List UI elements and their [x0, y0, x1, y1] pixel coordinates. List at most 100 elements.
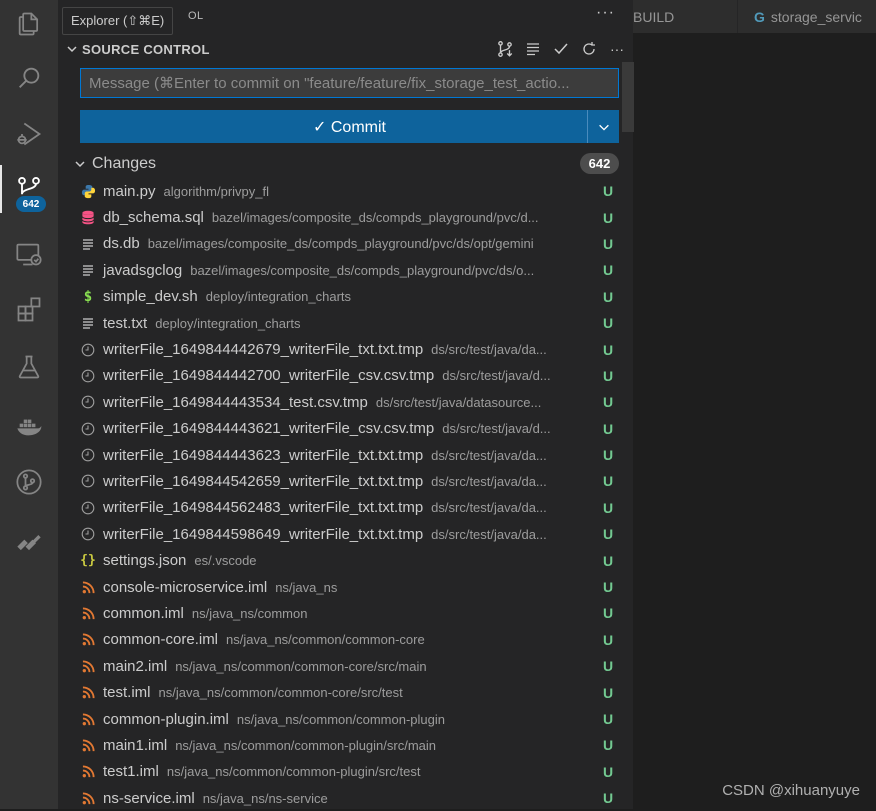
- sidebar-title-fragment: OL: [188, 10, 204, 22]
- rss-icon: [80, 711, 96, 727]
- file-name: writerFile_1649844442700_writerFile_csv.…: [103, 367, 435, 385]
- commit-check-icon[interactable]: [551, 39, 571, 59]
- file-name: common-plugin.iml: [103, 710, 229, 728]
- file-row[interactable]: $ simple_dev.sh deploy/integration_charts U: [58, 284, 633, 310]
- file-row[interactable]: writerFile_1649844542659_writerFile_txt.…: [58, 468, 633, 494]
- file-row[interactable]: writerFile_1649844442700_writerFile_csv.…: [58, 363, 633, 389]
- kubernetes-tools-icon[interactable]: [0, 518, 58, 566]
- file-row[interactable]: test1.iml ns/java_ns/common/common-plugin…: [58, 759, 633, 785]
- file-path: algorithm/privpy_fl: [163, 183, 270, 199]
- file-status-untracked: U: [603, 394, 614, 411]
- file-status-untracked: U: [603, 631, 614, 648]
- rss-icon: [80, 764, 96, 780]
- file-path: deploy/integration_charts: [155, 315, 301, 331]
- file-row[interactable]: test.txt deploy/integration_charts U: [58, 310, 633, 336]
- chevron-down-icon[interactable]: [64, 41, 80, 57]
- file-row[interactable]: test.iml ns/java_ns/common/common-core/sr…: [58, 679, 633, 705]
- file-status-untracked: U: [603, 579, 614, 596]
- file-row[interactable]: writerFile_1649844562483_writerFile_txt.…: [58, 495, 633, 521]
- views-more-actions-icon[interactable]: ···: [596, 4, 615, 22]
- file-path: ns/java_ns/common/common-plugin: [236, 711, 445, 727]
- file-row[interactable]: ds.db bazel/images/composite_ds/compds_pl…: [58, 231, 633, 257]
- list-view-icon[interactable]: [523, 39, 543, 59]
- extensions-icon[interactable]: [0, 286, 58, 334]
- explorer-icon[interactable]: [0, 0, 58, 48]
- file-path: ns/java_ns/common: [191, 605, 308, 621]
- rss-icon: [80, 685, 96, 701]
- view-as-tree-icon[interactable]: [495, 39, 515, 59]
- rss-icon: [80, 790, 96, 806]
- file-name: settings.json: [103, 552, 187, 570]
- file-name: db_schema.sql: [103, 209, 204, 227]
- remote-explorer-icon[interactable]: [0, 230, 58, 278]
- file-path: deploy/integration_charts: [205, 289, 352, 305]
- run-debug-icon[interactable]: [0, 110, 58, 158]
- file-row[interactable]: console-microservice.iml ns/java_ns U: [58, 574, 633, 600]
- file-status-untracked: U: [603, 209, 614, 226]
- source-control-badge: 642: [16, 196, 46, 212]
- file-path: ns/java_ns/ns-service: [202, 790, 328, 806]
- file-path: ds/src/test/java/datasource...: [375, 394, 542, 410]
- go-file-icon: G: [754, 8, 765, 25]
- file-path: ds/src/test/java/da...: [431, 447, 547, 463]
- sidebar-scrollbar[interactable]: [622, 62, 634, 132]
- chevron-down-icon: [598, 124, 609, 131]
- file-name: console-microservice.iml: [103, 578, 268, 596]
- testing-icon[interactable]: [0, 343, 58, 391]
- file-row[interactable]: writerFile_1649844598649_writerFile_txt.…: [58, 521, 633, 547]
- file-path: ds/src/test/java/da...: [431, 526, 547, 542]
- file-row[interactable]: writerFile_1649844443623_writerFile_txt.…: [58, 442, 633, 468]
- chevron-down-icon[interactable]: [72, 156, 88, 172]
- file-row[interactable]: {} settings.json es/.vscode U: [58, 547, 633, 573]
- file-path: ds/src/test/java/d...: [442, 421, 551, 437]
- tab-build-label: BUILD: [633, 8, 675, 25]
- changes-group-header[interactable]: Changes: [58, 152, 633, 176]
- commit-message-input[interactable]: [80, 68, 619, 98]
- changes-count-badge: 642: [580, 153, 619, 174]
- file-row[interactable]: javadsgclog bazel/images/composite_ds/com…: [58, 257, 633, 283]
- file-row[interactable]: common-core.iml ns/java_ns/common/common-…: [58, 627, 633, 653]
- search-icon[interactable]: [0, 54, 58, 102]
- clock-icon: [80, 500, 96, 516]
- file-status-untracked: U: [603, 367, 614, 384]
- database-icon: [80, 210, 96, 226]
- file-name: main.py: [103, 182, 156, 200]
- file-name: writerFile_1649844598649_writerFile_txt.…: [103, 525, 424, 543]
- editor-tabs: BUILD G storage_servic: [633, 0, 876, 33]
- file-row[interactable]: writerFile_1649844443534_test.csv.tmp ds/…: [58, 389, 633, 415]
- file-name: writerFile_1649844562483_writerFile_txt.…: [103, 499, 424, 517]
- file-row[interactable]: common.iml ns/java_ns/common U: [58, 600, 633, 626]
- tab-build[interactable]: BUILD: [633, 0, 737, 33]
- editor-area: [633, 0, 876, 809]
- file-row[interactable]: writerFile_1649844442679_writerFile_txt.…: [58, 336, 633, 362]
- tab-storage-service[interactable]: G storage_servic: [738, 0, 876, 33]
- file-row[interactable]: ns-service.iml ns/java_ns/ns-service U: [58, 785, 633, 811]
- changes-file-list: main.py algorithm/privpy_fl Udb_schema.sql…: [58, 178, 633, 811]
- gitlens-icon[interactable]: [0, 458, 58, 506]
- file-name: writerFile_1649844443621_writerFile_csv.…: [103, 420, 435, 438]
- file-status-untracked: U: [603, 763, 614, 780]
- file-path: bazel/images/composite_ds/compds_playgro…: [190, 262, 535, 278]
- file-row[interactable]: main1.iml ns/java_ns/common/common-plugin…: [58, 732, 633, 758]
- file-row[interactable]: main2.iml ns/java_ns/common/common-core/s…: [58, 653, 633, 679]
- clock-icon: [80, 421, 96, 437]
- file-status-untracked: U: [603, 447, 614, 464]
- clock-icon: [80, 526, 96, 542]
- commit-button[interactable]: ✓ Commit: [80, 110, 619, 143]
- commit-button-label: ✓ Commit: [313, 118, 386, 136]
- source-control-section-header[interactable]: SOURCE CONTROL ···: [58, 38, 633, 60]
- rss-icon: [80, 579, 96, 595]
- file-row[interactable]: db_schema.sql bazel/images/composite_ds/c…: [58, 204, 633, 230]
- file-path: ns/java_ns/common/common-core/src/main: [175, 658, 427, 674]
- file-row[interactable]: main.py algorithm/privpy_fl U: [58, 178, 633, 204]
- file-row[interactable]: writerFile_1649844443621_writerFile_csv.…: [58, 416, 633, 442]
- commit-dropdown-button[interactable]: [587, 110, 619, 143]
- refresh-icon[interactable]: [579, 39, 599, 59]
- docker-icon[interactable]: [0, 402, 58, 450]
- file-path: ns/java_ns: [275, 579, 338, 595]
- more-actions-icon[interactable]: ···: [607, 39, 627, 59]
- file-status-untracked: U: [603, 684, 614, 701]
- file-row[interactable]: common-plugin.iml ns/java_ns/common/commo…: [58, 706, 633, 732]
- section-title: SOURCE CONTROL: [82, 41, 210, 57]
- file-status-untracked: U: [603, 288, 614, 305]
